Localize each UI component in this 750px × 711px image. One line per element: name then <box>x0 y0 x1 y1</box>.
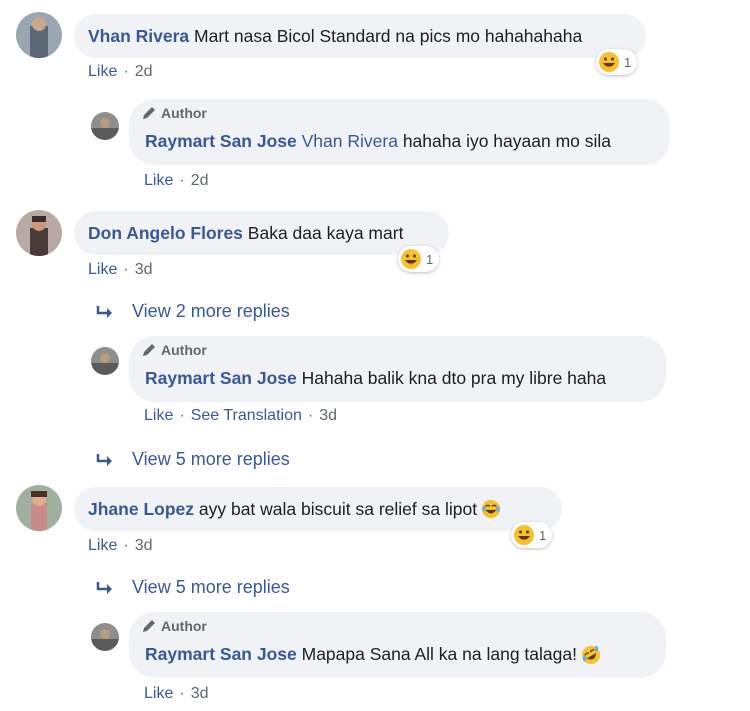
comment-meta: Like · 2d <box>88 63 152 81</box>
reply-arrow-icon <box>96 453 112 466</box>
reply-bubble: Author Raymart San Jose Hahaha balik kna… <box>129 336 666 402</box>
reaction-count: 1 <box>624 54 632 70</box>
reply-content: Raymart San Jose Mapapa Sana All ka na l… <box>145 644 601 665</box>
comment-author[interactable]: Jhane Lopez <box>88 499 194 520</box>
comment-bubble: Vhan Rivera Mart nasa Bicol Standard na … <box>74 14 646 58</box>
comment-bubble: Don Angelo Flores Baka daa kaya mart <box>74 211 449 255</box>
reply-arrow-icon <box>96 305 112 318</box>
timestamp[interactable]: 3d <box>135 261 153 279</box>
laugh-emoji-icon <box>599 52 619 72</box>
separator: · <box>307 407 314 424</box>
reaction-summary[interactable]: 1 <box>596 49 638 75</box>
comment-text: Mart nasa Bicol Standard na pics mo haha… <box>194 25 583 46</box>
separator: · <box>123 63 129 80</box>
reply-meta: Like · See Translation · 3d <box>144 407 337 425</box>
author-badge: Author <box>141 105 207 121</box>
avatar[interactable] <box>91 347 119 375</box>
reaction-count: 1 <box>539 527 547 543</box>
reply-text: Hahaha balik kna dto pra my libre haha <box>301 368 607 388</box>
comment-author[interactable]: Vhan Rivera <box>88 26 189 47</box>
separator: · <box>179 172 185 189</box>
rolling-laughing-emoji-icon <box>581 645 601 664</box>
laugh-emoji-icon <box>514 525 534 545</box>
separator: · <box>179 407 185 424</box>
laugh-emoji-icon <box>401 249 421 269</box>
comment-meta: Like · 3d <box>88 261 152 279</box>
author-badge-label: Author <box>161 618 207 634</box>
reply-text: hahaha iyo hayaan mo sila <box>402 131 612 151</box>
avatar[interactable] <box>16 210 62 256</box>
view-more-replies-link[interactable]: View 2 more replies <box>96 301 290 322</box>
reply-meta: Like · 3d <box>144 685 208 703</box>
comment-bubble: Jhane Lopez ayy bat wala biscuit sa reli… <box>74 487 562 531</box>
author-badge: Author <box>141 618 207 634</box>
avatar[interactable] <box>91 623 119 651</box>
timestamp[interactable]: 3d <box>191 685 209 703</box>
like-link[interactable]: Like <box>88 63 117 81</box>
separator: · <box>179 685 185 702</box>
like-link[interactable]: Like <box>144 407 173 425</box>
comment-author[interactable]: Don Angelo Flores <box>88 223 243 244</box>
reply-arrow-icon <box>96 581 112 594</box>
reply-author[interactable]: Raymart San Jose <box>145 368 297 389</box>
view-more-replies-link[interactable]: View 5 more replies <box>96 449 290 470</box>
reply-content: Raymart San Jose Vhan Rivera hahaha iyo … <box>145 131 611 152</box>
reply-meta: Like · 2d <box>144 172 208 190</box>
separator: · <box>123 537 129 554</box>
reaction-count: 1 <box>426 251 434 267</box>
avatar[interactable] <box>16 485 62 531</box>
avatar[interactable] <box>16 12 62 58</box>
reaction-summary[interactable]: 1 <box>511 522 553 548</box>
timestamp[interactable]: 3d <box>135 537 153 555</box>
tears-of-joy-emoji-icon <box>481 499 501 519</box>
like-link[interactable]: Like <box>144 172 173 190</box>
reaction-summary[interactable]: 1 <box>398 246 440 272</box>
view-more-replies-link[interactable]: View 5 more replies <box>96 577 290 598</box>
reply-author[interactable]: Raymart San Jose <box>145 131 297 152</box>
like-link[interactable]: Like <box>88 261 117 279</box>
comment-text: Baka daa kaya mart <box>247 222 404 243</box>
view-replies-label: View 5 more replies <box>132 449 290 469</box>
author-badge-label: Author <box>161 342 207 358</box>
comment-text: ayy bat wala biscuit sa relief sa lipot <box>198 498 478 519</box>
reply-content: Raymart San Jose Hahaha balik kna dto pr… <box>145 368 606 389</box>
reply-text: Mapapa Sana All ka na lang talaga! <box>301 644 577 664</box>
see-translation-link[interactable]: See Translation <box>191 407 302 425</box>
reply-author[interactable]: Raymart San Jose <box>145 644 297 665</box>
separator: · <box>123 261 129 278</box>
like-link[interactable]: Like <box>144 685 173 703</box>
mention[interactable]: Vhan Rivera <box>302 131 398 152</box>
author-badge: Author <box>141 342 207 358</box>
like-link[interactable]: Like <box>88 537 117 555</box>
pencil-icon <box>143 620 155 632</box>
avatar[interactable] <box>91 112 119 140</box>
pencil-icon <box>143 107 155 119</box>
view-replies-label: View 2 more replies <box>132 301 290 321</box>
timestamp[interactable]: 2d <box>191 172 209 190</box>
comment-meta: Like · 3d <box>88 537 152 555</box>
reply-bubble: Author Raymart San Jose Vhan Rivera haha… <box>129 99 670 165</box>
author-badge-label: Author <box>161 105 207 121</box>
timestamp[interactable]: 2d <box>135 63 153 81</box>
pencil-icon <box>143 344 155 356</box>
view-replies-label: View 5 more replies <box>132 577 290 597</box>
timestamp[interactable]: 3d <box>319 407 337 425</box>
reply-bubble: Author Raymart San Jose Mapapa Sana All … <box>129 612 666 678</box>
